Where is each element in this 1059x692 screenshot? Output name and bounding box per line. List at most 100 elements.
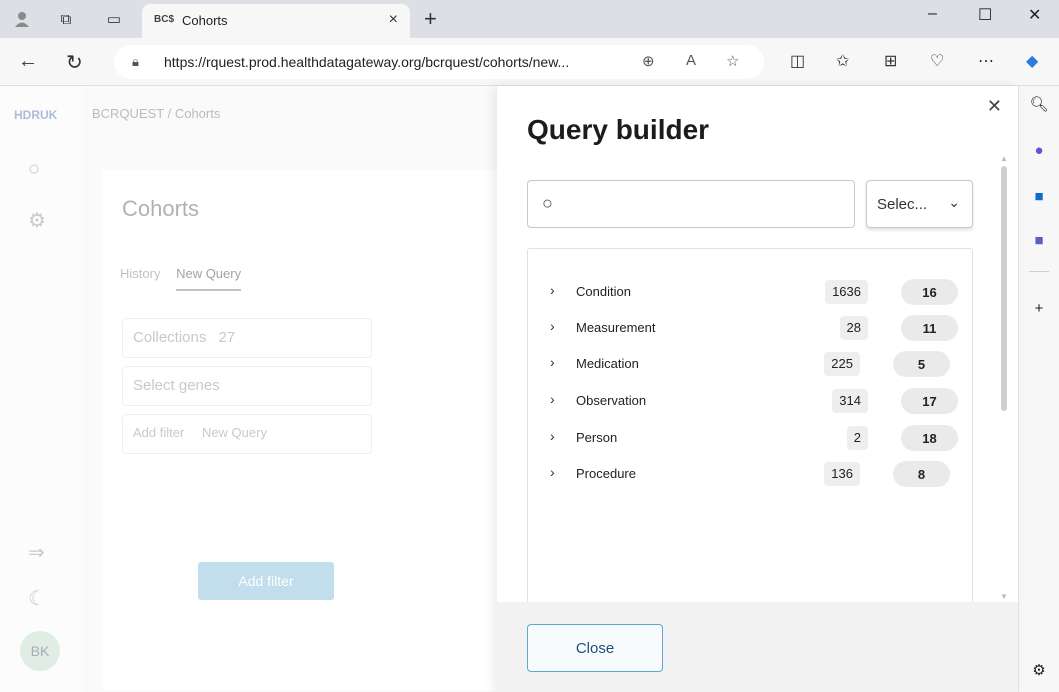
copilot-app-icon[interactable]: ● — [1029, 140, 1049, 160]
read-aloud-icon[interactable]: A — [686, 52, 696, 69]
row-pill: 8 — [893, 461, 950, 487]
breadcrumb: BCRQUEST / Cohorts — [92, 106, 221, 121]
scroll-down-icon[interactable]: ▼ — [1000, 592, 1008, 601]
filter-row: Add filter New Query — [122, 414, 372, 454]
row-count: 2 — [846, 426, 868, 450]
search-icon: ○ — [542, 193, 553, 213]
collections-label: Collections — [133, 329, 207, 346]
select-genes-input[interactable]: Select genes — [122, 366, 372, 406]
browser-tab[interactable]: BC$ Cohorts × — [142, 4, 410, 38]
row-count: 225 — [824, 352, 860, 376]
edge-sidebar: 🔍︎ ● ■ ■ + ⚙ — [1018, 86, 1059, 692]
row-count: 314 — [832, 389, 868, 413]
search-icon[interactable]: 🔍︎ — [1029, 94, 1049, 114]
tree-row-condition[interactable]: › Condition 1636 16 — [528, 277, 974, 307]
url-bar[interactable]: 🔒︎ https://rquest.prod.healthdatagateway… — [114, 45, 764, 79]
close-window-button[interactable]: ✕ — [1028, 5, 1041, 25]
cohorts-card: Cohorts History New Query Collections 27… — [102, 170, 522, 690]
close-icon[interactable]: ✕ — [987, 96, 1002, 117]
drawer-footer: Close — [497, 602, 1018, 692]
query-builder-drawer: ✕ Query builder ○ Selec... ⌄ › Condition… — [497, 86, 1018, 692]
tree-row-person[interactable]: › Person 2 18 — [528, 423, 974, 453]
chevron-down-icon: ⌄ — [948, 194, 960, 210]
search-box: ○ — [527, 180, 855, 228]
scroll-up-icon[interactable]: ▲ — [1000, 154, 1008, 163]
chevron-right-icon[interactable]: › — [550, 318, 555, 334]
chevron-right-icon[interactable]: › — [550, 354, 555, 370]
workspaces-icon[interactable]: ⧉ — [56, 9, 76, 29]
copilot-icon[interactable]: ◆ — [1026, 51, 1038, 71]
inline-add-filter[interactable]: Add filter — [133, 425, 184, 440]
row-name: Medication — [576, 356, 639, 371]
search-input[interactable] — [572, 191, 842, 217]
browser-tab-bar: ⧉ ▭ BC$ Cohorts × + – ☐ ✕ — [0, 0, 1059, 38]
row-name: Observation — [576, 393, 647, 408]
url-text[interactable]: https://rquest.prod.healthdatagateway.or… — [164, 54, 569, 70]
row-name: Condition — [576, 284, 631, 299]
tree-row-procedure[interactable]: › Procedure 136 8 — [528, 459, 974, 489]
avatar[interactable]: BK — [20, 631, 60, 671]
zoom-icon[interactable]: ⊕ — [642, 52, 655, 70]
chevron-right-icon[interactable]: › — [550, 464, 555, 480]
row-count: 1636 — [825, 280, 868, 304]
cohort-tabs: History New Query — [120, 266, 242, 291]
logo: HDRUK — [14, 108, 58, 122]
maximize-button[interactable]: ☐ — [978, 5, 992, 25]
row-name: Measurement — [576, 320, 656, 335]
teams-icon[interactable]: ■ — [1029, 230, 1049, 250]
scrollbar[interactable] — [1001, 166, 1007, 411]
new-tab-button[interactable]: + — [424, 6, 437, 32]
refresh-icon[interactable]: ↻ — [66, 50, 83, 75]
collections-select[interactable]: Collections 27 — [122, 318, 372, 358]
sidebar-divider — [1029, 271, 1049, 272]
concept-tree: › Condition 1636 16 › Measurement 28 11 … — [527, 248, 973, 608]
chevron-right-icon[interactable]: › — [550, 282, 555, 298]
favorite-star-icon[interactable]: ☆ — [726, 52, 739, 70]
expand-icon[interactable]: ⇒ — [28, 540, 45, 565]
lock-icon[interactable]: 🔒︎ — [132, 54, 139, 70]
domain-select[interactable]: Selec... ⌄ — [866, 180, 973, 228]
search-icon[interactable]: ○ — [28, 158, 40, 181]
drawer-title: Query builder — [527, 114, 710, 145]
moon-icon[interactable]: ☾ — [28, 586, 46, 611]
close-button[interactable]: Close — [527, 624, 663, 672]
row-pill: 11 — [901, 315, 958, 341]
outlook-icon[interactable]: ■ — [1029, 186, 1049, 206]
address-toolbar: ← ↻ 🔒︎ https://rquest.prod.healthdatagat… — [0, 38, 1059, 86]
gear-icon[interactable]: ⚙ — [1029, 660, 1049, 680]
back-arrow-icon[interactable]: ← — [18, 50, 38, 73]
add-icon[interactable]: + — [1029, 298, 1049, 318]
row-pill: 18 — [901, 425, 958, 451]
row-count: 136 — [824, 462, 860, 486]
minimize-button[interactable]: – — [928, 5, 937, 23]
chevron-right-icon[interactable]: › — [550, 428, 555, 444]
chevron-right-icon[interactable]: › — [550, 391, 555, 407]
performance-icon[interactable]: ♡ — [930, 51, 944, 71]
tree-row-medication[interactable]: › Medication 225 5 — [528, 349, 974, 379]
favorites-icon[interactable]: ✩ — [836, 51, 849, 71]
query-name[interactable]: New Query — [202, 425, 267, 440]
more-menu-icon[interactable]: ⋯ — [978, 51, 994, 71]
row-pill: 16 — [901, 279, 958, 305]
collections-icon[interactable]: ⊞ — [884, 51, 897, 71]
row-name: Person — [576, 430, 618, 445]
tab-title: Cohorts — [182, 13, 228, 28]
select-label: Selec... — [877, 196, 928, 213]
settings-icon[interactable]: ⚙ — [28, 208, 46, 233]
tree-row-measurement[interactable]: › Measurement 28 11 — [528, 313, 974, 343]
profile-icon[interactable] — [12, 9, 32, 29]
tab-close-icon[interactable]: × — [389, 11, 398, 29]
left-nav: HDRUK ○ ⚙ ⇒ ☾ BK — [0, 86, 82, 692]
tab-history[interactable]: History — [120, 266, 160, 281]
add-filter-button[interactable]: Add filter — [198, 562, 334, 600]
tree-row-observation[interactable]: › Observation 314 17 — [528, 386, 974, 416]
tab-favicon: BC$ — [154, 14, 175, 25]
tab-new-query[interactable]: New Query — [176, 266, 242, 291]
collections-count: 27 — [218, 329, 236, 346]
row-pill: 5 — [893, 351, 950, 377]
row-count: 28 — [839, 316, 868, 340]
page-title: Cohorts — [122, 196, 200, 221]
split-screen-icon[interactable]: ◫ — [790, 51, 805, 71]
row-pill: 17 — [901, 388, 958, 414]
tab-actions-icon[interactable]: ▭ — [104, 9, 124, 29]
